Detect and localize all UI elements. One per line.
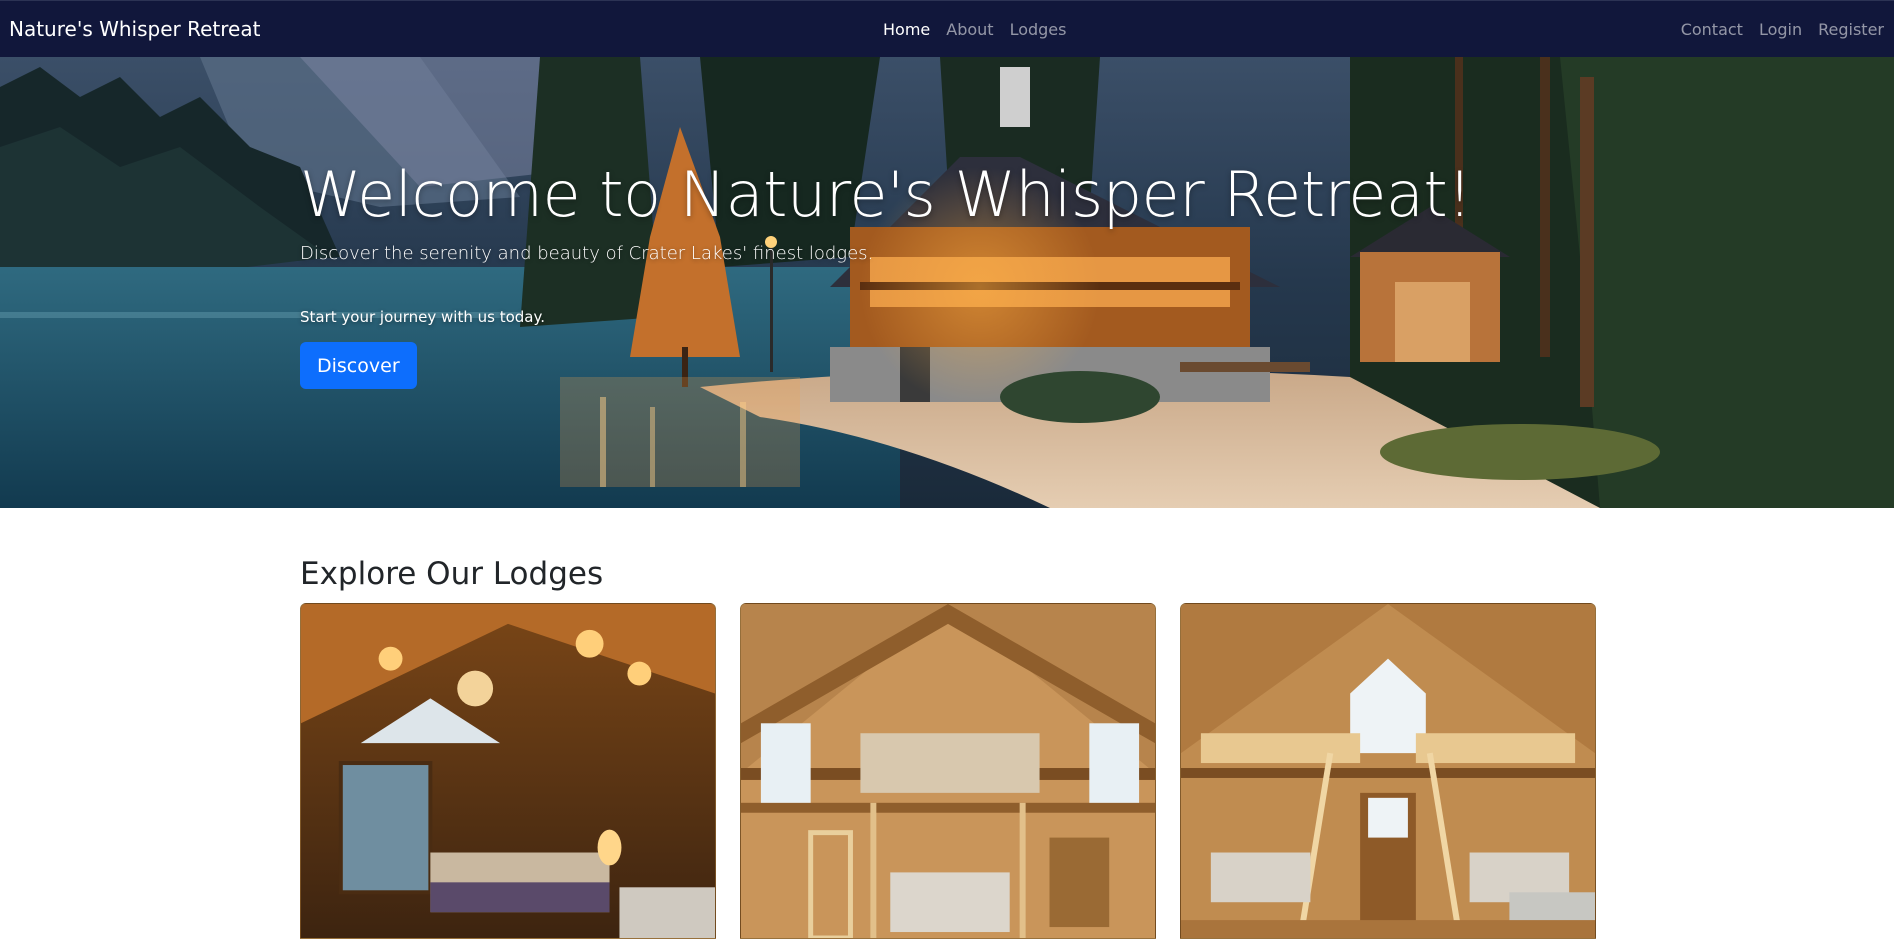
nav-lodges-link[interactable]: Lodges [1010, 20, 1067, 39]
lodge-card[interactable] [300, 603, 716, 939]
discover-button[interactable]: Discover [300, 342, 417, 390]
navbar: Nature's Whisper Retreat Home About Lodg… [0, 0, 1894, 57]
hero-title: Welcome to Nature's Whisper Retreat! [300, 158, 1472, 231]
main-nav: Home About Lodges [883, 20, 1066, 39]
hero-subtitle: Discover the serenity and beauty of Crat… [300, 243, 874, 265]
lodge-card-image [301, 604, 715, 938]
lodges-section-title: Explore Our Lodges [300, 556, 604, 592]
nav-register-link[interactable]: Register [1818, 20, 1884, 39]
nav-about-link[interactable]: About [946, 20, 993, 39]
brand-link[interactable]: Nature's Whisper Retreat [9, 17, 260, 41]
nav-home-link[interactable]: Home [883, 20, 930, 39]
hero-banner: Welcome to Nature's Whisper Retreat! Dis… [0, 57, 1894, 508]
lodge-card[interactable] [740, 603, 1156, 939]
hero-content: Welcome to Nature's Whisper Retreat! Dis… [300, 158, 1472, 390]
lodge-card-image [1181, 604, 1595, 938]
account-nav: Contact Login Register [1681, 20, 1884, 39]
nav-login-link[interactable]: Login [1759, 20, 1802, 39]
lodge-card-image [741, 604, 1155, 938]
hero-cta-text: Start your journey with us today. [300, 308, 546, 327]
lodge-card[interactable] [1180, 603, 1596, 939]
nav-contact-link[interactable]: Contact [1681, 20, 1743, 39]
